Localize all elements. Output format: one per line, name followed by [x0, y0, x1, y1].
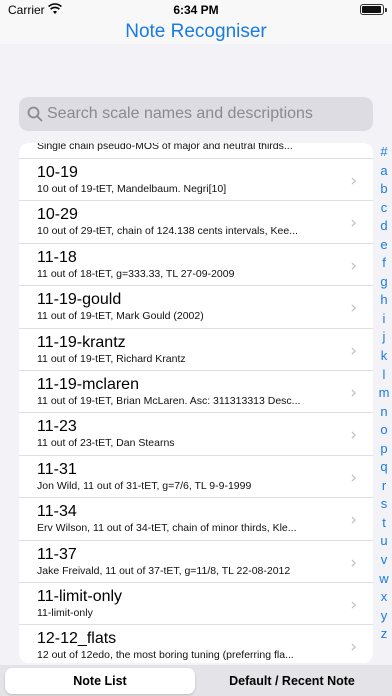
- chevron-right-icon: ›: [350, 171, 357, 191]
- index-letter[interactable]: i: [376, 310, 392, 329]
- segmented-control: Note List Default / Recent Note: [4, 667, 388, 695]
- list-item-title: 10-29: [37, 206, 78, 224]
- chevron-right-icon: ›: [350, 298, 357, 319]
- list-item[interactable]: 11-19-gould 11 out of 19-tET, Mark Gould …: [19, 286, 373, 329]
- list-item[interactable]: 11-31 Jon Wild, 11 out of 31-tET, g=7/6, …: [19, 456, 373, 499]
- index-letter[interactable]: b: [376, 180, 392, 199]
- index-letter[interactable]: d: [376, 217, 392, 236]
- list-item-title: 11-19-gould: [37, 291, 122, 309]
- list-item-subtitle: 12 out of 12edo, the most boring tuning …: [37, 649, 294, 662]
- search-icon: [27, 106, 43, 122]
- list-item-title: 12-12_flats: [37, 630, 117, 648]
- index-letter[interactable]: s: [376, 495, 392, 514]
- list-item-subtitle: 11 out of 23-tET, Dan Stearns: [37, 437, 175, 450]
- index-letter[interactable]: j: [376, 328, 392, 347]
- list-item-title: 11-37: [37, 545, 77, 563]
- list-item[interactable]: 10-29 10 out of 29-tET, chain of 124.138 …: [19, 201, 373, 244]
- index-letter[interactable]: #: [376, 143, 392, 162]
- list-item-subtitle: 10 out of 19-tET, Mandelbaum. Negri[10]: [37, 183, 227, 195]
- index-letter[interactable]: g: [376, 273, 392, 292]
- index-letter[interactable]: n: [376, 403, 392, 422]
- list-item-title: 11-23: [37, 418, 77, 436]
- list-item[interactable]: 11-limit-only 11-limit-only ›: [19, 583, 373, 626]
- nav-title: Note Recogniser: [0, 20, 392, 44]
- list-item[interactable]: 11-34 Erv Wilson, 11 out of 34-tET, chain…: [19, 498, 373, 541]
- index-letter[interactable]: t: [376, 514, 392, 533]
- list-item-title: 11-34: [37, 503, 77, 521]
- index-letter[interactable]: x: [376, 588, 392, 607]
- index-letter[interactable]: z: [376, 625, 392, 644]
- section-index[interactable]: # a b c d e f g h i j k l m n o p q r s t u v w x y z: [376, 143, 392, 663]
- nav-bar-background: [0, 44, 392, 96]
- list-item[interactable]: 11-23 11 out of 23-tET, Dan Stearns ›: [19, 413, 373, 456]
- battery-icon: [360, 4, 387, 15]
- list-item[interactable]: 11-37 Jake Freivald, 11 out of 37-tET, g=…: [19, 541, 373, 583]
- index-letter[interactable]: f: [376, 254, 392, 273]
- index-letter[interactable]: c: [376, 199, 392, 218]
- chevron-right-icon: ›: [350, 340, 357, 361]
- index-letter[interactable]: q: [376, 458, 392, 477]
- list-item[interactable]: 12-12_flats 12 out of 12edo, the most bor…: [19, 625, 373, 663]
- list-item[interactable]: 11-19-mclaren 11 out of 19-tET, Brian McL…: [19, 371, 373, 414]
- list-item-title: 11-19-krantz: [37, 333, 126, 351]
- search-bar[interactable]: [19, 97, 373, 131]
- index-letter[interactable]: v: [376, 551, 392, 570]
- index-letter[interactable]: k: [376, 347, 392, 366]
- battery-level: [362, 6, 381, 13]
- list-item-subtitle: 11 out of 19-tET, Brian McLaren. Asc: 31…: [37, 394, 301, 407]
- search-input[interactable]: [47, 97, 367, 131]
- list-item-subtitle: 11-limit-only: [37, 606, 93, 619]
- tab-default-recent-note[interactable]: Default / Recent Note: [197, 668, 387, 694]
- index-letter[interactable]: w: [376, 570, 392, 589]
- list-item-title: 11-18: [37, 248, 77, 266]
- index-letter[interactable]: y: [376, 607, 392, 626]
- list-item-title: 11-31: [37, 460, 77, 478]
- chevron-right-icon: ›: [350, 382, 357, 403]
- list-item-subtitle: 11 out of 19-tET, Richard Krantz: [37, 352, 186, 365]
- list-item-subtitle: 10 out of 29-tET, chain of 124.138 cents…: [37, 225, 298, 238]
- note-list: Single chain pseudo-MOS of major and neu…: [19, 143, 373, 663]
- chevron-right-icon: ›: [350, 552, 357, 573]
- index-letter[interactable]: a: [376, 162, 392, 181]
- list-item-subtitle: Erv Wilson, 11 out of 34-tET, chain of m…: [37, 522, 297, 535]
- tab-bar: Note List Default / Recent Note: [0, 665, 392, 696]
- list-item-partial[interactable]: Single chain pseudo-MOS of major and neu…: [19, 143, 373, 159]
- index-letter[interactable]: r: [376, 477, 392, 496]
- index-letter[interactable]: l: [376, 366, 392, 385]
- list-item-subtitle: 11 out of 18-tET, g=333.33, TL 27-09-200…: [37, 267, 235, 280]
- index-letter[interactable]: p: [376, 440, 392, 459]
- chevron-right-icon: ›: [350, 425, 357, 446]
- index-letter[interactable]: e: [376, 236, 392, 255]
- status-bar: Carrier 6:34 PM: [0, 0, 392, 20]
- tab-note-list[interactable]: Note List: [5, 668, 195, 694]
- list-item-subtitle: Jake Freivald, 11 out of 37-tET, g=11/8,…: [37, 564, 291, 577]
- list-item-subtitle: 11 out of 19-tET, Mark Gould (2002): [37, 310, 204, 323]
- list-item[interactable]: 10-19 10 out of 19-tET, Mandelbaum. Negri…: [19, 159, 373, 202]
- index-letter[interactable]: m: [376, 384, 392, 403]
- status-time: 6:34 PM: [173, 3, 219, 17]
- index-letter[interactable]: h: [376, 291, 392, 310]
- list-item-title: 11-19-mclaren: [37, 375, 139, 393]
- index-letter[interactable]: o: [376, 421, 392, 440]
- chevron-right-icon: ›: [350, 637, 357, 658]
- chevron-right-icon: ›: [350, 467, 357, 488]
- list-item-subtitle: Jon Wild, 11 out of 31-tET, g=7/6, TL 9-…: [37, 479, 252, 492]
- chevron-right-icon: ›: [350, 255, 357, 276]
- list-item-title: 10-19: [37, 164, 78, 181]
- chevron-right-icon: ›: [350, 510, 357, 531]
- list-item-title: 11-limit-only: [37, 587, 123, 605]
- list-item-subtitle: Single chain pseudo-MOS of major and neu…: [37, 143, 293, 152]
- chevron-right-icon: ›: [350, 594, 357, 615]
- chevron-right-icon: ›: [350, 213, 357, 234]
- index-letter[interactable]: u: [376, 532, 392, 551]
- list-item[interactable]: 11-18 11 out of 18-tET, g=333.33, TL 27-0…: [19, 244, 373, 287]
- list-item[interactable]: 11-19-krantz 11 out of 19-tET, Richard Kr…: [19, 329, 373, 371]
